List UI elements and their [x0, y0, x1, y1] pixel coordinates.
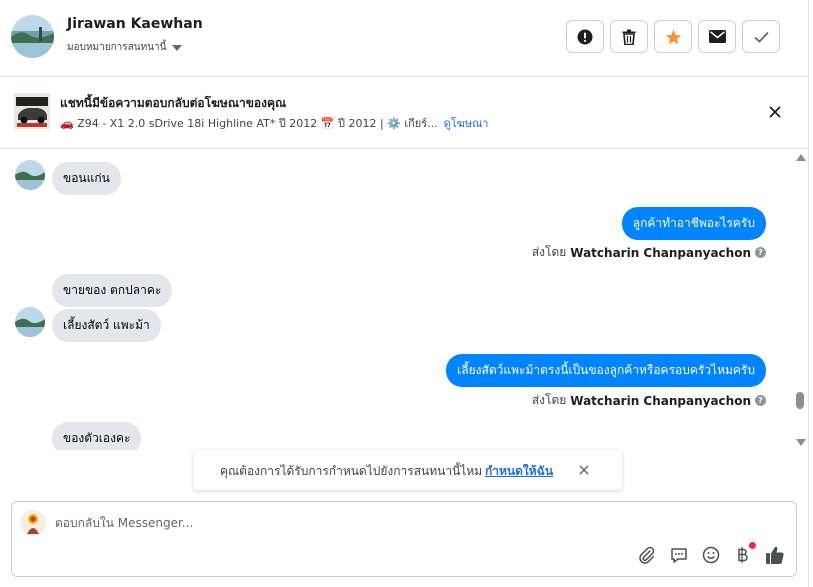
envelope-icon — [708, 30, 726, 43]
sent-by-label: ส่งโดย Watcharin Chanpanyachon ? — [532, 243, 766, 262]
trash-icon — [622, 29, 636, 45]
chat-bubble-icon — [671, 548, 687, 563]
sent-by-prefix: ส่งโดย — [531, 393, 567, 407]
header-actions — [566, 20, 780, 53]
notification-dot — [749, 542, 756, 549]
assign-label: มอบหมายการสนทนานี้ — [67, 42, 167, 53]
checkmark-icon — [753, 31, 769, 43]
emoji-button[interactable] — [700, 544, 722, 566]
assign-conversation-dropdown[interactable]: มอบหมายการสนทนานี้ — [67, 40, 183, 55]
ad-details: 🚗 Z94 - X1 2.0 sDrive 18i Highline AT* ป… — [60, 117, 438, 130]
scrollbar-thumb[interactable] — [796, 392, 804, 409]
baht-icon — [738, 547, 748, 563]
ad-details-row: 🚗 Z94 - X1 2.0 sDrive 18i Highline AT* ป… — [60, 114, 488, 132]
assign-to-me-link[interactable]: กำหนดให้ฉัน — [485, 462, 553, 481]
like-button[interactable] — [764, 544, 786, 566]
sent-by-prefix: ส่งโดย — [531, 245, 567, 259]
incoming-message[interactable]: ขอนแก่น — [52, 162, 121, 195]
scroll-up-arrow-icon[interactable] — [796, 154, 806, 161]
alert-icon — [577, 29, 593, 44]
star-button[interactable] — [654, 20, 692, 53]
contact-name[interactable]: Jirawan Kaewhan — [67, 16, 203, 32]
message-input[interactable] — [55, 512, 755, 534]
close-icon — [579, 465, 589, 475]
conversation-header: Jirawan Kaewhan มอบหมายการสนทนานี้ — [0, 0, 808, 77]
caret-down-icon — [172, 44, 183, 51]
ad-banner-title: แชทนี้มีข้อความตอบกลับต่อโฆษณาของคุณ — [60, 96, 287, 110]
sent-by-label: ส่งโดย Watcharin Chanpanyachon ? — [532, 391, 766, 410]
close-banner-button[interactable] — [764, 101, 786, 123]
saved-replies-button[interactable] — [668, 544, 690, 566]
view-ad-link[interactable]: ดูโฆษณา — [444, 114, 489, 132]
sent-by-name[interactable]: Watcharin Chanpanyachon — [570, 246, 751, 260]
panel-divider — [808, 0, 809, 587]
reply-composer — [11, 501, 797, 577]
sender-avatar[interactable] — [15, 307, 45, 337]
composer-tools — [636, 542, 786, 566]
assign-prompt-toast: คุณต้องการได้รับการกำหนดไปยังการสนทนานี้… — [193, 450, 622, 490]
close-toast-button[interactable] — [576, 462, 592, 478]
outgoing-message[interactable]: เลี้ยงสัตว์แพะม้าตรงนี้เป็นของลูกค้าหรือ… — [446, 354, 766, 387]
delete-button[interactable] — [610, 20, 648, 53]
thumbs-up-icon — [766, 546, 784, 564]
thread-scrollbar[interactable] — [794, 150, 808, 450]
mark-done-button[interactable] — [742, 20, 780, 53]
incoming-message[interactable]: ของตัวเองคะ — [52, 422, 142, 450]
incoming-message[interactable]: เลี้ยงสัตว์ แพะม้า — [52, 309, 161, 342]
payment-request-button[interactable] — [732, 542, 756, 566]
attach-button[interactable] — [636, 544, 658, 566]
sent-by-name[interactable]: Watcharin Chanpanyachon — [570, 394, 751, 408]
page-avatar — [20, 510, 46, 536]
help-icon[interactable]: ? — [755, 247, 766, 258]
close-icon — [769, 106, 781, 118]
assign-prompt-text: คุณต้องการได้รับการกำหนดไปยังการสนทนานี้… — [220, 464, 483, 478]
mark-spam-button[interactable] — [566, 20, 604, 53]
message-thread[interactable]: ขอนแก่น ลูกค้าทำอาชีพอะไรครับ ส่งโดย Wat… — [0, 150, 794, 450]
scroll-down-arrow-icon[interactable] — [796, 439, 806, 446]
sender-avatar[interactable] — [15, 160, 45, 190]
help-icon[interactable]: ? — [755, 395, 766, 406]
paperclip-icon — [639, 546, 655, 564]
ad-thumbnail[interactable] — [14, 93, 50, 129]
outgoing-message[interactable]: ลูกค้าทำอาชีพอะไรครับ — [621, 207, 766, 240]
star-icon — [665, 29, 681, 44]
contact-avatar[interactable] — [11, 15, 54, 58]
mark-unread-button[interactable] — [698, 20, 736, 53]
smiley-icon — [702, 546, 720, 564]
incoming-message[interactable]: ขายของ ตกปลาคะ — [52, 274, 173, 307]
ad-reply-banner: แชทนี้มีข้อความตอบกลับต่อโฆษณาของคุณ 🚗 Z… — [0, 77, 808, 149]
